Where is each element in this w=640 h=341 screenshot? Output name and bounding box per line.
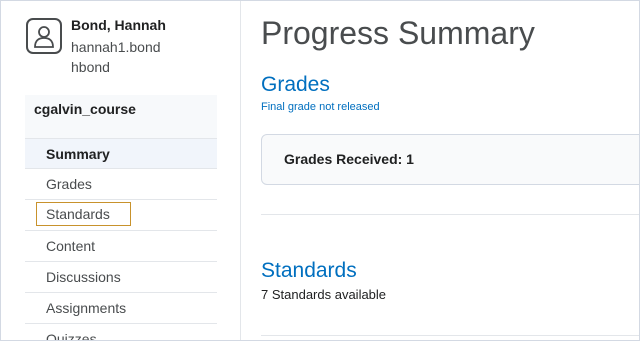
section-divider bbox=[261, 335, 639, 336]
nav-item-label: Assignments bbox=[46, 300, 127, 316]
section-divider bbox=[261, 214, 639, 215]
sidebar-divider bbox=[240, 1, 241, 340]
nav-item-label: Summary bbox=[46, 146, 110, 162]
standards-heading-link[interactable]: Standards bbox=[261, 259, 357, 283]
nav-item-standards[interactable]: Standards bbox=[25, 200, 217, 231]
nav-item-label: Quizzes bbox=[46, 331, 97, 341]
standards-count: 7 Standards available bbox=[261, 287, 387, 302]
nav-item-grades[interactable]: Grades bbox=[25, 169, 217, 200]
progress-nav: Summary Grades Standards Content Discuss… bbox=[25, 138, 217, 341]
progress-summary-window: Bond, Hannah hannah1.bond hbond cgalvin_… bbox=[0, 0, 640, 341]
user-avatar-icon bbox=[26, 18, 62, 54]
nav-item-discussions[interactable]: Discussions bbox=[25, 262, 217, 293]
nav-item-label: Discussions bbox=[46, 269, 121, 285]
user-username: hannah1.bond bbox=[71, 39, 161, 55]
sidebar: Bond, Hannah hannah1.bond hbond cgalvin_… bbox=[1, 1, 217, 341]
user-org-id: hbond bbox=[71, 59, 110, 75]
nav-item-label: Content bbox=[46, 238, 96, 254]
course-name: cgalvin_course bbox=[34, 101, 136, 117]
page-title: Progress Summary bbox=[261, 15, 535, 51]
nav-item-summary[interactable]: Summary bbox=[25, 138, 217, 169]
nav-item-quizzes[interactable]: Quizzes bbox=[25, 324, 217, 341]
nav-item-assignments[interactable]: Assignments bbox=[25, 293, 217, 324]
grades-received-text: Grades Received: 1 bbox=[284, 151, 414, 167]
user-name: Bond, Hannah bbox=[71, 17, 166, 33]
nav-item-label: Grades bbox=[46, 176, 92, 192]
grades-heading-link[interactable]: Grades bbox=[261, 73, 330, 97]
grades-received-card: Grades Received: 1 bbox=[261, 134, 639, 185]
nav-item-label: Standards bbox=[36, 202, 131, 226]
final-grade-note: Final grade not released bbox=[261, 101, 380, 113]
nav-item-content[interactable]: Content bbox=[25, 231, 217, 262]
